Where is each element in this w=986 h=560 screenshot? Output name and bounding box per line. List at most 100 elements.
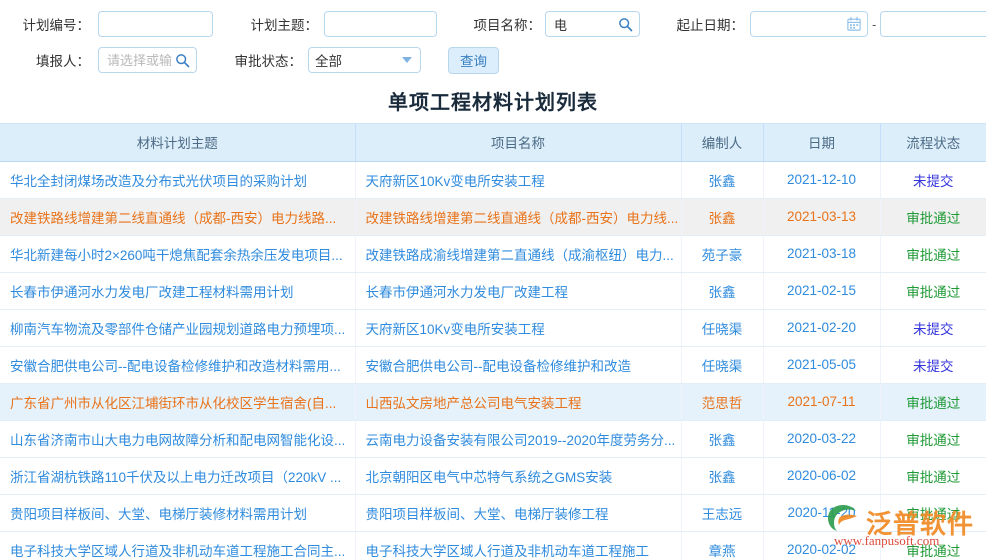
date-start-input[interactable] (757, 12, 847, 36)
date-range-label: 起止日期： (676, 18, 745, 33)
approval-status-label: 审批状态： (234, 54, 303, 69)
cell-subject[interactable]: 华北新建每小时2×260吨干熄焦配套余热余压发电项目... (0, 235, 356, 273)
project-name-input-wrap[interactable] (545, 11, 640, 37)
page-title: 单项工程材料计划列表 (388, 92, 598, 114)
field-date-range: 起止日期： - (668, 11, 986, 37)
cell-project[interactable]: 安徽合肥供电公司--配电设备检修维护和改造 (355, 346, 682, 384)
table-row[interactable]: 改建铁路线增建第二线直通线（成都-西安）电力线路... 改建铁路线增建第二线直通线… (0, 198, 986, 236)
cell-project[interactable]: 山西弘文房地产总公司电气安装工程 (355, 383, 682, 421)
cell-date[interactable]: 2021-02-15 (763, 272, 881, 310)
search-form-row-1: 计划编号： 计划主题： 项目名称： 电 起止日期： - (0, 6, 986, 42)
cell-date[interactable]: 2021-07-11 (763, 383, 881, 421)
cell-person[interactable]: 张鑫 (681, 161, 764, 199)
table-row[interactable]: 安徽合肥供电公司--配电设备检修维护和改造材料需用... 安徽合肥供电公司--配电… (0, 346, 986, 384)
cell-person[interactable]: 王志远 (681, 494, 764, 532)
table-row[interactable]: 华北全封闭煤场改造及分布式光伏项目的采购计划 天府新区10Kv变电所安装工程 张鑫 2… (0, 161, 986, 199)
field-query: 查询 (448, 46, 499, 74)
cell-person[interactable]: 苑子豪 (681, 235, 764, 273)
table-row[interactable]: 贵阳项目样板间、大堂、电梯厅装修材料需用计划 贵阳项目样板间、大堂、电梯厅装修工程… (0, 494, 986, 532)
cell-project[interactable]: 改建铁路成渝线增建第二直通线（成渝枢纽）电力... (355, 235, 682, 273)
status-text: 未提交 (913, 358, 954, 374)
date-end-input[interactable] (887, 12, 986, 36)
search-icon[interactable] (175, 53, 190, 68)
cell-project[interactable]: 天府新区10Kv变电所安装工程 (355, 161, 682, 199)
search-icon[interactable] (618, 17, 633, 32)
cell-date[interactable]: 2021-05-05 (763, 346, 881, 384)
cell-date[interactable]: 2021-02-20 (763, 309, 881, 347)
cell-person[interactable]: 任晓渠 (681, 346, 764, 384)
table-row[interactable]: 浙江省湖杭铁路110千伏及以上电力迁改项目（220kV ... 北京朝阳区电气中芯… (0, 457, 986, 495)
cell-subject[interactable]: 长春市伊通河水力发电厂改建工程材料需用计划 (0, 272, 356, 310)
column-header-person[interactable]: 编制人 (681, 124, 764, 162)
reporter-input[interactable] (105, 48, 175, 72)
cell-subject[interactable]: 安徽合肥供电公司--配电设备检修维护和改造材料需用... (0, 346, 356, 384)
field-reporter: 填报人： (14, 47, 197, 73)
cell-date[interactable]: 2020-03-22 (763, 420, 881, 458)
cell-subject[interactable]: 华北全封闭煤场改造及分布式光伏项目的采购计划 (0, 161, 356, 199)
material-plan-table: 材料计划主题 项目名称 编制人 日期 流程状态 华北全封闭煤场改造及分布式光伏项… (0, 124, 986, 560)
chevron-down-icon[interactable] (402, 57, 412, 63)
cell-person[interactable]: 张鑫 (681, 198, 764, 236)
cell-person[interactable]: 任晓渠 (681, 309, 764, 347)
cell-project[interactable]: 贵阳项目样板间、大堂、电梯厅装修工程 (355, 494, 682, 532)
date-range-separator: - (872, 16, 877, 32)
cell-person[interactable]: 张鑫 (681, 272, 764, 310)
cell-date[interactable]: 2021-03-13 (763, 198, 881, 236)
reporter-input-wrap[interactable] (98, 47, 197, 73)
cell-subject[interactable]: 改建铁路线增建第二线直通线（成都-西安）电力线路... (0, 198, 356, 236)
status-text: 审批通过 (906, 506, 961, 522)
cell-person[interactable]: 张鑫 (681, 420, 764, 458)
table-row[interactable]: 电子科技大学区域人行道及非机动车道工程施工合同主... 电子科技大学区域人行道及非… (0, 531, 986, 560)
cell-subject[interactable]: 山东省济南市山大电力电网故障分析和配电网智能化设... (0, 420, 356, 458)
cell-date[interactable]: 2020-06-02 (763, 457, 881, 495)
plan-no-input-wrap[interactable] (98, 11, 213, 37)
column-header-date[interactable]: 日期 (763, 124, 881, 162)
cell-person[interactable]: 章燕 (681, 531, 764, 560)
status-badge: 审批通过 (880, 272, 986, 310)
status-badge: 审批通过 (880, 531, 986, 560)
plan-topic-input[interactable] (331, 12, 430, 36)
table-row[interactable]: 柳南汽车物流及零部件仓储产业园规划道路电力预埋项... 天府新区10Kv变电所安装… (0, 309, 986, 347)
cell-project[interactable]: 电子科技大学区域人行道及非机动车道工程施工 (355, 531, 682, 560)
cell-subject[interactable]: 浙江省湖杭铁路110千伏及以上电力迁改项目（220kV ... (0, 457, 356, 495)
field-project-name: 项目名称： (465, 11, 640, 37)
calendar-icon[interactable] (847, 17, 861, 31)
approval-status-value: 全部 (315, 54, 342, 69)
cell-date[interactable]: 2020-11-20 (763, 494, 881, 532)
project-name-input[interactable] (552, 12, 618, 36)
cell-date[interactable]: 2020-02-02 (763, 531, 881, 560)
cell-subject[interactable]: 柳南汽车物流及零部件仓储产业园规划道路电力预埋项... (0, 309, 356, 347)
cell-person[interactable]: 范思哲 (681, 383, 764, 421)
cell-project[interactable]: 改建铁路线增建第二线直通线（成都-西安）电力线... (355, 198, 682, 236)
cell-subject[interactable]: 广东省广州市从化区江埔街环市从化校区学生宿舍(自... (0, 383, 356, 421)
date-end-input-wrap[interactable] (880, 11, 986, 37)
cell-project[interactable]: 长春市伊通河水力发电厂改建工程 (355, 272, 682, 310)
cell-person[interactable]: 张鑫 (681, 457, 764, 495)
table-row[interactable]: 广东省广州市从化区江埔街环市从化校区学生宿舍(自... 山西弘文房地产总公司电气安… (0, 383, 986, 421)
table-row[interactable]: 长春市伊通河水力发电厂改建工程材料需用计划 长春市伊通河水力发电厂改建工程 张鑫 20… (0, 272, 986, 310)
cell-subject[interactable]: 贵阳项目样板间、大堂、电梯厅装修材料需用计划 (0, 494, 356, 532)
status-text: 审批通过 (906, 284, 961, 300)
date-start-input-wrap[interactable] (750, 11, 868, 37)
table-row[interactable]: 山东省济南市山大电力电网故障分析和配电网智能化设... 云南电力设备安装有限公司2… (0, 420, 986, 458)
query-button[interactable]: 查询 (448, 46, 499, 74)
cell-date[interactable]: 2021-12-10 (763, 161, 881, 199)
table-row[interactable]: 华北新建每小时2×260吨干熄焦配套余热余压发电项目... 改建铁路成渝线增建第二… (0, 235, 986, 273)
cell-project[interactable]: 云南电力设备安装有限公司2019--2020年度劳务分... (355, 420, 682, 458)
column-header-status[interactable]: 流程状态 (880, 124, 986, 162)
project-name-label: 项目名称： (473, 18, 542, 33)
status-text: 审批通过 (906, 432, 961, 448)
column-header-subject[interactable]: 材料计划主题 (0, 124, 356, 162)
cell-date[interactable]: 2021-03-18 (763, 235, 881, 273)
cell-project[interactable]: 北京朝阳区电气中芯特气系统之GMS安装 (355, 457, 682, 495)
field-plan-no: 计划编号： (14, 11, 213, 37)
cell-subject[interactable]: 电子科技大学区域人行道及非机动车道工程施工合同主... (0, 531, 356, 560)
table-body: 华北全封闭煤场改造及分布式光伏项目的采购计划 天府新区10Kv变电所安装工程 张鑫 2… (0, 161, 986, 560)
plan-topic-input-wrap[interactable] (324, 11, 437, 37)
status-badge: 审批通过 (880, 235, 986, 273)
column-header-project[interactable]: 项目名称 (355, 124, 682, 162)
cell-project[interactable]: 天府新区10Kv变电所安装工程 (355, 309, 682, 347)
approval-status-select[interactable]: 全部 (308, 47, 421, 73)
plan-no-input[interactable] (105, 12, 206, 36)
reporter-label: 填报人： (36, 54, 90, 69)
